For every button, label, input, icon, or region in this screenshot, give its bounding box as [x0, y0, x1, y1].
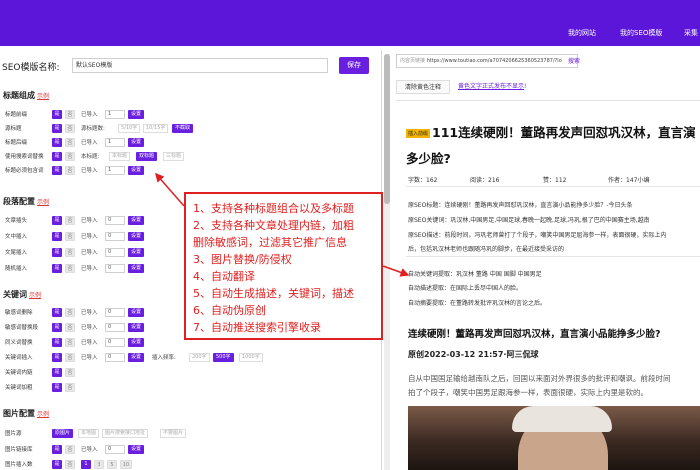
nav-my-site[interactable]: 我的网站	[568, 28, 596, 38]
arrow-icon	[155, 172, 410, 277]
nav-collect[interactable]: 采集	[684, 28, 698, 38]
top-bar: 我的网站 我的SEO模版 采集	[0, 0, 700, 46]
nav-my-seo-template[interactable]: 我的SEO模版	[620, 28, 662, 38]
